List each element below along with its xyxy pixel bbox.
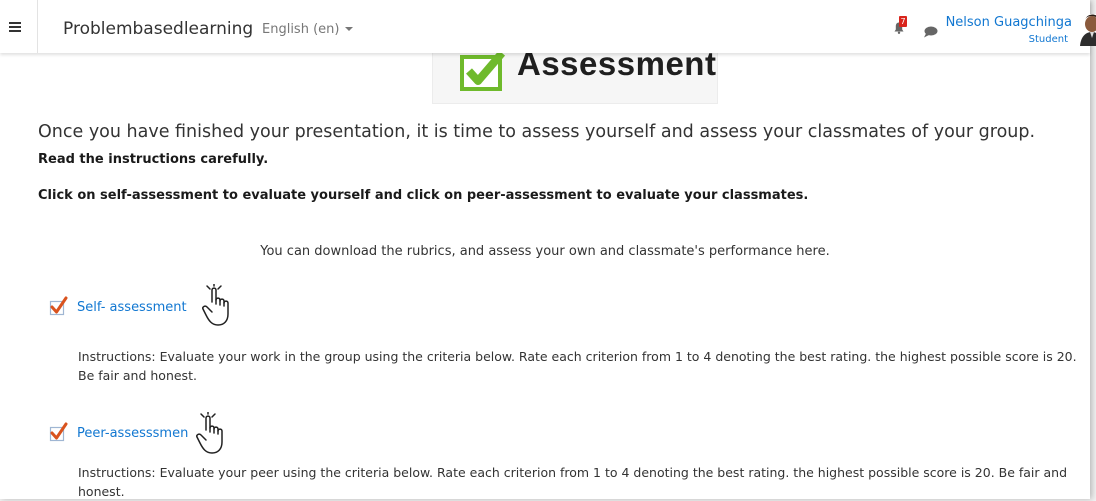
nav-divider [37, 0, 38, 53]
user-name[interactable]: Nelson Guagchinga [946, 15, 1072, 30]
notification-count-badge: 7 [899, 16, 907, 27]
checkbox-icon[interactable] [49, 422, 69, 442]
page-frame: Assessment Problembasedlearning English … [0, 0, 1096, 499]
hand-pointer-icon [196, 412, 223, 454]
hamburger-icon[interactable] [9, 22, 21, 32]
avatar[interactable] [1078, 14, 1096, 46]
language-menu[interactable]: English (en) [262, 22, 354, 37]
hand-pointer-icon [202, 284, 229, 326]
self-assessment-link[interactable]: Self- assessment [77, 300, 187, 315]
checkbox-icon[interactable] [49, 296, 69, 316]
green-check-icon [460, 51, 506, 91]
self-assessment-instructions: Instructions: Evaluate your work in the … [78, 349, 1077, 383]
site-name-link[interactable]: Problembasedlearning [63, 19, 253, 39]
language-label: English (en) [262, 22, 340, 37]
read-instructions-text: Read the instructions carefully. [38, 152, 269, 167]
top-navbar: Problembasedlearning English (en) 7 Nels… [0, 0, 1096, 53]
chat-icon[interactable] [923, 26, 938, 38]
user-role: Student [1028, 34, 1068, 45]
peer-assessment-link[interactable]: Peer-assesssmen [77, 426, 188, 441]
peer-assessment-instructions: Instructions: Evaluate your peer using t… [78, 465, 1068, 499]
click-instructions-text: Click on self-assessment to evaluate you… [38, 188, 809, 203]
download-rubrics-text: You can download the rubrics, and assess… [260, 244, 830, 259]
intro-text: Once you have finished your presentation… [38, 122, 1036, 142]
chevron-down-icon [345, 27, 354, 31]
